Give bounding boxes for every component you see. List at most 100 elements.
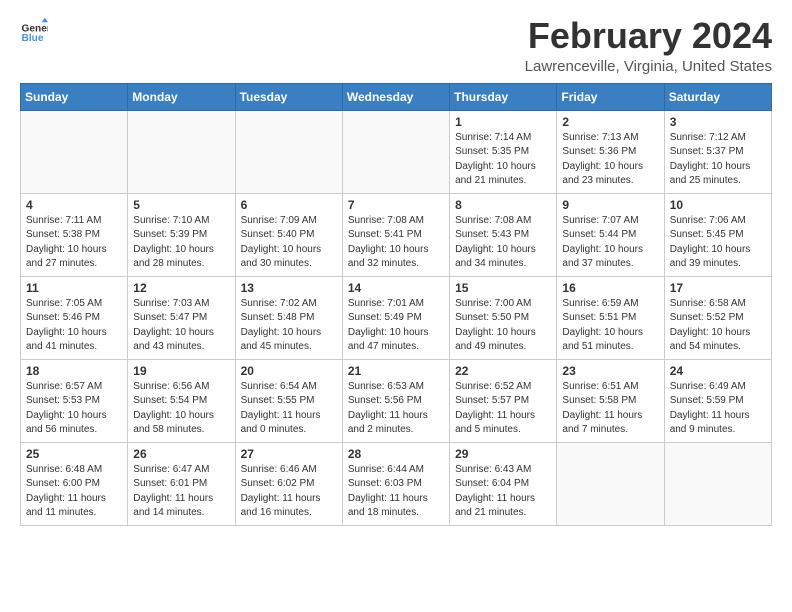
logo: General Blue bbox=[20, 16, 48, 44]
day-number: 2 bbox=[562, 115, 658, 129]
page-header: General Blue February 2024 Lawrenceville… bbox=[20, 16, 772, 75]
header-wednesday: Wednesday bbox=[342, 83, 449, 110]
table-row: 18Sunrise: 6:57 AM Sunset: 5:53 PM Dayli… bbox=[21, 359, 128, 442]
table-row bbox=[342, 110, 449, 193]
day-number: 19 bbox=[133, 364, 229, 378]
day-info: Sunrise: 7:08 AM Sunset: 5:43 PM Dayligh… bbox=[455, 214, 551, 272]
day-info: Sunrise: 6:54 AM Sunset: 5:55 PM Dayligh… bbox=[241, 380, 337, 438]
table-row: 17Sunrise: 6:58 AM Sunset: 5:52 PM Dayli… bbox=[664, 276, 771, 359]
day-number: 25 bbox=[26, 447, 122, 461]
day-number: 14 bbox=[348, 281, 444, 295]
table-row bbox=[557, 442, 664, 525]
day-info: Sunrise: 6:53 AM Sunset: 5:56 PM Dayligh… bbox=[348, 380, 444, 438]
day-number: 8 bbox=[455, 198, 551, 212]
day-info: Sunrise: 6:43 AM Sunset: 6:04 PM Dayligh… bbox=[455, 463, 551, 521]
table-row: 19 Sunrise: 6:56 AM Sunset: 5:54 PM Dayli… bbox=[128, 359, 235, 442]
header-saturday: Saturday bbox=[664, 83, 771, 110]
table-row: 23Sunrise: 6:51 AM Sunset: 5:58 PM Dayli… bbox=[557, 359, 664, 442]
day-info: Sunrise: 6:47 AM Sunset: 6:01 PM Dayligh… bbox=[133, 463, 229, 521]
table-row: 7 Sunrise: 7:08 AM Sunset: 5:41 PM Daylig… bbox=[342, 193, 449, 276]
day-number: 21 bbox=[348, 364, 444, 378]
week-row-3: 11 Sunrise: 7:05 AM Sunset: 5:46 PM Dayli… bbox=[21, 276, 772, 359]
week-row-1: 1 Sunrise: 7:14 AM Sunset: 5:35 PM Daylig… bbox=[21, 110, 772, 193]
day-number: 20 bbox=[241, 364, 337, 378]
day-number: 12 bbox=[133, 281, 229, 295]
day-info: Sunrise: 7:01 AM Sunset: 5:49 PM Dayligh… bbox=[348, 297, 444, 355]
table-row: 2 Sunrise: 7:13 AM Sunset: 5:36 PM Daylig… bbox=[557, 110, 664, 193]
page-title: February 2024 bbox=[525, 16, 772, 56]
day-number: 28 bbox=[348, 447, 444, 461]
header-thursday: Thursday bbox=[450, 83, 557, 110]
table-row: 20 Sunrise: 6:54 AM Sunset: 5:55 PM Dayli… bbox=[235, 359, 342, 442]
table-row: 25Sunrise: 6:48 AM Sunset: 6:00 PM Dayli… bbox=[21, 442, 128, 525]
day-number: 23 bbox=[562, 364, 658, 378]
day-info: Sunrise: 7:03 AM Sunset: 5:47 PM Dayligh… bbox=[133, 297, 229, 355]
day-number: 27 bbox=[241, 447, 337, 461]
day-number: 7 bbox=[348, 198, 444, 212]
day-number: 11 bbox=[26, 281, 122, 295]
day-number: 13 bbox=[241, 281, 337, 295]
title-block: February 2024 Lawrenceville, Virginia, U… bbox=[525, 16, 772, 75]
day-info: Sunrise: 7:00 AM Sunset: 5:50 PM Dayligh… bbox=[455, 297, 551, 355]
week-row-5: 25Sunrise: 6:48 AM Sunset: 6:00 PM Dayli… bbox=[21, 442, 772, 525]
week-row-2: 4 Sunrise: 7:11 AM Sunset: 5:38 PM Daylig… bbox=[21, 193, 772, 276]
table-row: 24Sunrise: 6:49 AM Sunset: 5:59 PM Dayli… bbox=[664, 359, 771, 442]
table-row: 26 Sunrise: 6:47 AM Sunset: 6:01 PM Dayli… bbox=[128, 442, 235, 525]
day-info: Sunrise: 7:14 AM Sunset: 5:35 PM Dayligh… bbox=[455, 131, 551, 189]
table-row bbox=[128, 110, 235, 193]
day-number: 17 bbox=[670, 281, 766, 295]
week-row-4: 18Sunrise: 6:57 AM Sunset: 5:53 PM Dayli… bbox=[21, 359, 772, 442]
calendar-table: Sunday Monday Tuesday Wednesday Thursday… bbox=[20, 83, 772, 526]
header-monday: Monday bbox=[128, 83, 235, 110]
table-row: 16 Sunrise: 6:59 AM Sunset: 5:51 PM Dayli… bbox=[557, 276, 664, 359]
day-info: Sunrise: 6:57 AM Sunset: 5:53 PM Dayligh… bbox=[26, 380, 122, 438]
table-row: 29 Sunrise: 6:43 AM Sunset: 6:04 PM Dayli… bbox=[450, 442, 557, 525]
day-number: 16 bbox=[562, 281, 658, 295]
day-number: 24 bbox=[670, 364, 766, 378]
day-info: Sunrise: 7:02 AM Sunset: 5:48 PM Dayligh… bbox=[241, 297, 337, 355]
day-info: Sunrise: 6:59 AM Sunset: 5:51 PM Dayligh… bbox=[562, 297, 658, 355]
day-number: 10 bbox=[670, 198, 766, 212]
day-info: Sunrise: 7:12 AM Sunset: 5:37 PM Dayligh… bbox=[670, 131, 766, 189]
table-row: 15 Sunrise: 7:00 AM Sunset: 5:50 PM Dayli… bbox=[450, 276, 557, 359]
day-number: 6 bbox=[241, 198, 337, 212]
logo-icon: General Blue bbox=[20, 16, 48, 44]
day-number: 9 bbox=[562, 198, 658, 212]
table-row: 21 Sunrise: 6:53 AM Sunset: 5:56 PM Dayli… bbox=[342, 359, 449, 442]
svg-text:Blue: Blue bbox=[22, 33, 44, 44]
weekday-header-row: Sunday Monday Tuesday Wednesday Thursday… bbox=[21, 83, 772, 110]
day-number: 26 bbox=[133, 447, 229, 461]
day-info: Sunrise: 7:13 AM Sunset: 5:36 PM Dayligh… bbox=[562, 131, 658, 189]
table-row: 28 Sunrise: 6:44 AM Sunset: 6:03 PM Dayli… bbox=[342, 442, 449, 525]
header-tuesday: Tuesday bbox=[235, 83, 342, 110]
day-number: 29 bbox=[455, 447, 551, 461]
day-number: 5 bbox=[133, 198, 229, 212]
table-row: 5 Sunrise: 7:10 AM Sunset: 5:39 PM Daylig… bbox=[128, 193, 235, 276]
day-info: Sunrise: 7:05 AM Sunset: 5:46 PM Dayligh… bbox=[26, 297, 122, 355]
day-info: Sunrise: 7:11 AM Sunset: 5:38 PM Dayligh… bbox=[26, 214, 122, 272]
day-number: 4 bbox=[26, 198, 122, 212]
day-info: Sunrise: 7:08 AM Sunset: 5:41 PM Dayligh… bbox=[348, 214, 444, 272]
table-row bbox=[235, 110, 342, 193]
table-row: 4 Sunrise: 7:11 AM Sunset: 5:38 PM Daylig… bbox=[21, 193, 128, 276]
day-info: Sunrise: 6:44 AM Sunset: 6:03 PM Dayligh… bbox=[348, 463, 444, 521]
table-row: 9 Sunrise: 7:07 AM Sunset: 5:44 PM Daylig… bbox=[557, 193, 664, 276]
table-row bbox=[664, 442, 771, 525]
day-info: Sunrise: 6:56 AM Sunset: 5:54 PM Dayligh… bbox=[133, 380, 229, 438]
day-number: 15 bbox=[455, 281, 551, 295]
day-info: Sunrise: 7:07 AM Sunset: 5:44 PM Dayligh… bbox=[562, 214, 658, 272]
day-info: Sunrise: 7:10 AM Sunset: 5:39 PM Dayligh… bbox=[133, 214, 229, 272]
day-info: Sunrise: 7:09 AM Sunset: 5:40 PM Dayligh… bbox=[241, 214, 337, 272]
header-sunday: Sunday bbox=[21, 83, 128, 110]
table-row: 14 Sunrise: 7:01 AM Sunset: 5:49 PM Dayli… bbox=[342, 276, 449, 359]
day-info: Sunrise: 6:52 AM Sunset: 5:57 PM Dayligh… bbox=[455, 380, 551, 438]
table-row: 22Sunrise: 6:52 AM Sunset: 5:57 PM Dayli… bbox=[450, 359, 557, 442]
table-row: 12 Sunrise: 7:03 AM Sunset: 5:47 PM Dayli… bbox=[128, 276, 235, 359]
table-row: 11 Sunrise: 7:05 AM Sunset: 5:46 PM Dayli… bbox=[21, 276, 128, 359]
day-number: 3 bbox=[670, 115, 766, 129]
header-friday: Friday bbox=[557, 83, 664, 110]
table-row: 8 Sunrise: 7:08 AM Sunset: 5:43 PM Daylig… bbox=[450, 193, 557, 276]
day-number: 1 bbox=[455, 115, 551, 129]
table-row: 13 Sunrise: 7:02 AM Sunset: 5:48 PM Dayli… bbox=[235, 276, 342, 359]
table-row: 10Sunrise: 7:06 AM Sunset: 5:45 PM Dayli… bbox=[664, 193, 771, 276]
